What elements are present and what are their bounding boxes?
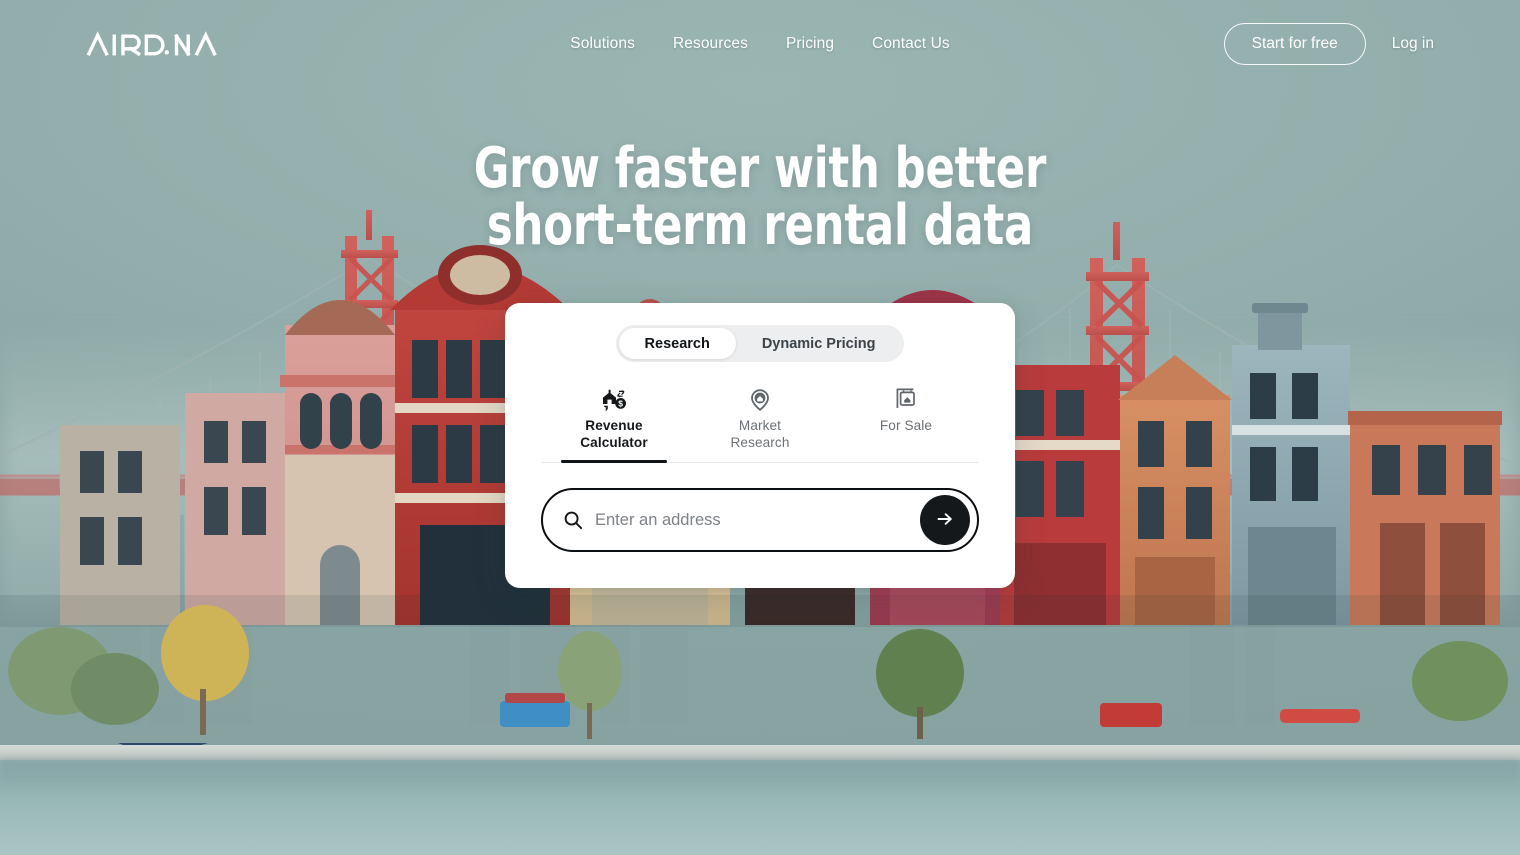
- tab-revenue-calculator[interactable]: $ Revenue Calculator: [541, 384, 687, 464]
- nav-actions: Start for free Log in: [1223, 23, 1434, 65]
- tab-for-sale[interactable]: For Sale: [833, 384, 979, 462]
- search-card: Research Dynamic Pricing $ Revenue Calcul…: [505, 303, 1015, 588]
- tab-label-revenue-calculator: Revenue Calculator: [580, 418, 648, 450]
- tool-tabs: $ Revenue Calculator Market Research For…: [541, 384, 979, 464]
- page-title: Grow faster with better short-term renta…: [106, 140, 1413, 254]
- segment-dynamic-pricing[interactable]: Dynamic Pricing: [736, 328, 902, 359]
- search-input[interactable]: [595, 510, 920, 530]
- search-row: [541, 488, 979, 552]
- mode-segment-wrapper: Research Dynamic Pricing: [541, 325, 979, 362]
- arrow-right-icon: [934, 508, 956, 533]
- for-sale-sign-icon: [893, 388, 919, 412]
- map-pin-house-icon: [748, 388, 772, 412]
- hero-section: Grow faster with better short-term renta…: [0, 140, 1520, 254]
- primary-nav-links: Solutions Resources Pricing Contact Us: [570, 35, 949, 53]
- bay-water: [0, 760, 1520, 855]
- top-navigation-bar: Solutions Resources Pricing Contact Us S…: [0, 0, 1520, 88]
- mode-segmented-control: Research Dynamic Pricing: [615, 325, 905, 362]
- start-for-free-button[interactable]: Start for free: [1223, 23, 1366, 65]
- airdna-logo[interactable]: [86, 31, 232, 57]
- headline-line-2: short-term rental data: [486, 193, 1034, 258]
- tab-label-market-research: Market Research: [730, 418, 790, 450]
- nav-link-pricing[interactable]: Pricing: [786, 35, 834, 53]
- search-submit-button[interactable]: [920, 495, 970, 545]
- nav-link-contact-us[interactable]: Contact Us: [872, 35, 950, 53]
- address-search-bar[interactable]: [541, 488, 979, 552]
- house-dollar-icon: $: [599, 388, 629, 412]
- tab-market-research[interactable]: Market Research: [687, 384, 833, 462]
- log-in-link[interactable]: Log in: [1392, 35, 1434, 53]
- nav-link-resources[interactable]: Resources: [673, 35, 748, 53]
- headline-line-1: Grow faster with better: [473, 136, 1047, 201]
- segment-research[interactable]: Research: [618, 328, 736, 359]
- svg-text:$: $: [618, 399, 623, 409]
- tab-label-for-sale: For Sale: [879, 418, 933, 433]
- search-icon: [563, 510, 583, 530]
- nav-link-solutions[interactable]: Solutions: [570, 35, 635, 53]
